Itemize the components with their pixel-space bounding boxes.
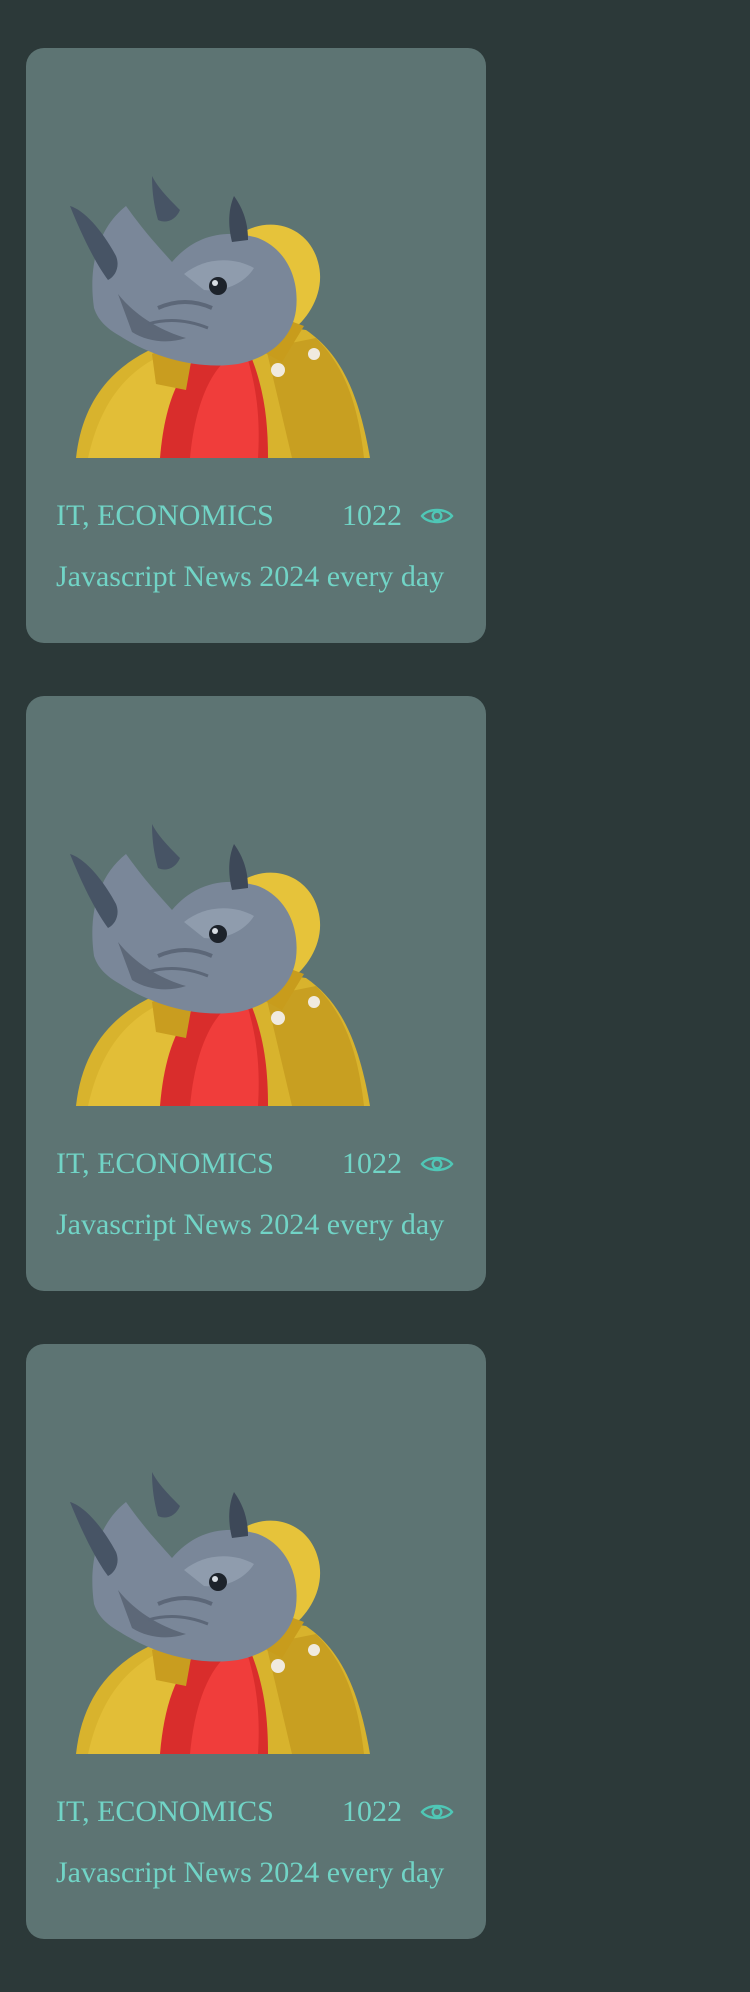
card-image (58, 1454, 428, 1774)
card-category[interactable]: IT, ECONOMICS (56, 1147, 282, 1181)
card-category[interactable]: IT, ECONOMICS (56, 1795, 282, 1829)
news-card[interactable]: IT, ECONOMICS 1022 Javascript News 2024 … (26, 48, 486, 643)
card-category[interactable]: IT, ECONOMICS (56, 499, 282, 533)
card-meta-row: IT, ECONOMICS 1022 (56, 494, 454, 538)
card-image (58, 806, 428, 1126)
card-title[interactable]: Javascript News 2024 every day (56, 1856, 456, 1900)
card-title[interactable]: Javascript News 2024 every day (56, 560, 456, 604)
card-image (58, 158, 428, 478)
rhino-illustration (70, 1472, 370, 1754)
card-meta-row: IT, ECONOMICS 1022 (56, 1142, 454, 1186)
eye-icon (420, 1156, 454, 1172)
rhino-illustration (70, 176, 370, 458)
view-count: 1022 (342, 499, 402, 532)
card-meta-row: IT, ECONOMICS 1022 (56, 1790, 454, 1834)
view-count: 1022 (342, 1147, 402, 1180)
news-card[interactable]: IT, ECONOMICS 1022 Javascript News 2024 … (26, 696, 486, 1291)
news-card[interactable]: IT, ECONOMICS 1022 Javascript News 2024 … (26, 1344, 486, 1939)
view-count: 1022 (342, 1795, 402, 1828)
eye-icon (420, 508, 454, 524)
card-title[interactable]: Javascript News 2024 every day (56, 1208, 456, 1252)
news-feed: IT, ECONOMICS 1022 Javascript News 2024 … (26, 48, 486, 1992)
eye-icon (420, 1804, 454, 1820)
rhino-illustration (70, 824, 370, 1106)
